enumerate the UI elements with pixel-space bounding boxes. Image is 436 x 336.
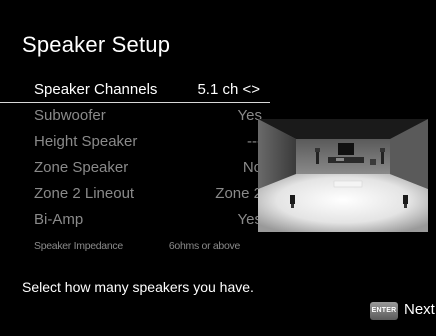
menu-item-label: Zone Speaker: [34, 159, 129, 176]
menu-item-label: Speaker Channels: [34, 81, 158, 98]
menu-item-value: Zone 2: [215, 185, 262, 202]
speaker-room-diagram-graphic: [258, 119, 428, 232]
menu-item-speaker-impedance[interactable]: Speaker Impedance 6ohms or above: [0, 234, 270, 258]
menu-item-height-speaker[interactable]: Height Speaker ---: [0, 130, 270, 154]
menu-item-value: 5.1 ch <>: [197, 81, 260, 98]
menu-item-subwoofer[interactable]: Subwoofer Yes: [0, 104, 270, 128]
menu-item-label: Speaker Impedance: [34, 240, 123, 252]
page-title: Speaker Setup: [22, 32, 171, 57]
menu-item-bi-amp[interactable]: Bi-Amp Yes: [0, 208, 270, 232]
menu-item-zone-speaker[interactable]: Zone Speaker No: [0, 156, 270, 180]
menu-item-zone2-lineout[interactable]: Zone 2 Lineout Zone 2: [0, 182, 270, 206]
menu-item-value: 6ohms or above: [168, 240, 240, 252]
next-label[interactable]: Next: [404, 301, 435, 318]
menu-item-label: Bi-Amp: [34, 211, 84, 228]
menu-item-label: Subwoofer: [34, 107, 106, 124]
help-text: Select how many speakers you have.: [22, 279, 254, 295]
menu-item-label: Zone 2 Lineout: [34, 185, 135, 202]
menu-item-label: Height Speaker: [34, 133, 138, 150]
speaker-room-diagram: [258, 119, 428, 232]
enter-key-icon[interactable]: ENTER: [370, 302, 398, 320]
menu-item-speaker-channels[interactable]: Speaker Channels 5.1 ch <>: [0, 78, 270, 103]
